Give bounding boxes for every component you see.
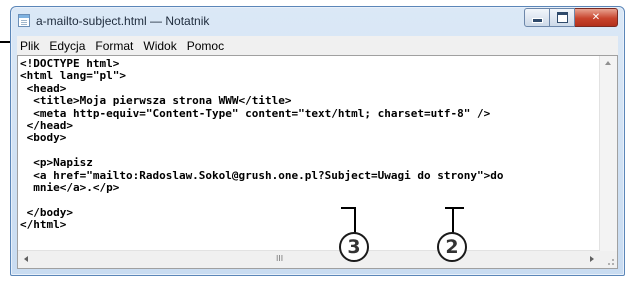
text-editor[interactable]: <!DOCTYPE html> <html lang="pl"> <head> … [17, 55, 618, 269]
close-button[interactable]: ✕ [575, 8, 618, 27]
notepad-icon [18, 14, 30, 27]
vertical-scrollbar[interactable] [599, 56, 617, 251]
caption-buttons: ✕ [524, 8, 618, 27]
editor-content[interactable]: <!DOCTYPE html> <html lang="pl"> <head> … [20, 57, 503, 232]
menu-edycja[interactable]: Edycja [44, 39, 90, 53]
scroll-right-icon[interactable] [590, 256, 594, 262]
close-icon: ✕ [591, 12, 601, 23]
minimize-button[interactable] [524, 8, 550, 27]
callout-3-bracket [341, 207, 354, 209]
scroll-left-icon[interactable] [24, 256, 28, 262]
size-grip[interactable] [600, 251, 617, 268]
title-bar[interactable]: a-mailto-subject.html — Notatnik ✕ [11, 7, 624, 35]
horizontal-scrollbar[interactable]: III [18, 250, 600, 268]
menu-widok[interactable]: Widok [138, 39, 181, 53]
minimize-icon [531, 18, 543, 23]
window-title: a-mailto-subject.html — Notatnik [36, 14, 210, 28]
notepad-window: a-mailto-subject.html — Notatnik ✕ Plik … [10, 6, 625, 276]
menu-bar: Plik Edycja Format Widok Pomoc [17, 36, 618, 55]
menu-plik[interactable]: Plik [17, 39, 44, 53]
menu-format[interactable]: Format [90, 39, 138, 53]
callout-3-leader [354, 207, 356, 234]
scroll-up-icon[interactable] [605, 61, 611, 65]
callout-2-bracket [445, 207, 464, 209]
callout-2: 2 [437, 232, 467, 262]
maximize-icon [556, 12, 568, 23]
menu-pomoc[interactable]: Pomoc [182, 39, 229, 53]
callout-3: 3 [339, 232, 369, 262]
scrollbar-grip[interactable]: III [276, 254, 283, 263]
callout-2-leader [452, 207, 454, 234]
maximize-button[interactable] [550, 8, 575, 27]
